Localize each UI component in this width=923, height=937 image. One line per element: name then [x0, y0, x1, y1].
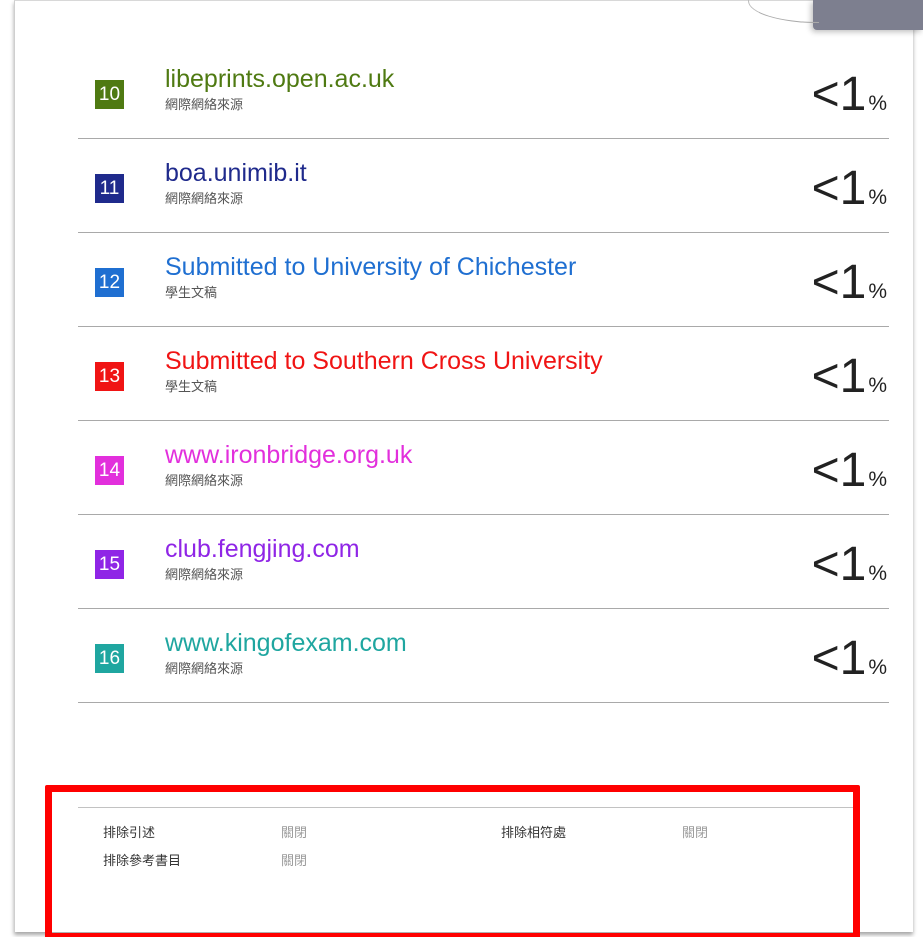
percentage-value: <1	[811, 162, 867, 215]
match-percentage: <1%	[812, 539, 887, 591]
source-name-link[interactable]: libeprints.open.ac.uk	[165, 65, 394, 93]
percentage-value: <1	[811, 256, 867, 309]
percentage-value: <1	[811, 444, 867, 497]
source-type-label: 學生文稿	[165, 285, 218, 300]
source-index-badge: 13	[95, 362, 124, 391]
source-name-link[interactable]: club.fengjing.com	[165, 535, 360, 563]
percent-sign: %	[868, 186, 887, 209]
exclude-quotes-label: 排除引述	[103, 825, 156, 840]
percent-sign: %	[868, 280, 887, 303]
source-name-link[interactable]: Submitted to Southern Cross University	[165, 347, 603, 375]
source-type-label: 學生文稿	[165, 379, 218, 394]
source-type-label: 網際網絡來源	[165, 191, 244, 206]
source-index-badge: 16	[95, 644, 124, 673]
source-index-badge: 14	[95, 456, 124, 485]
source-row: 15 club.fengjing.com 網際網絡來源 <1%	[78, 515, 889, 609]
exclude-matches-label: 排除相符處	[501, 825, 567, 840]
percent-sign: %	[868, 92, 887, 115]
exclude-matches-value: 關閉	[682, 825, 709, 840]
percentage-value: <1	[811, 538, 867, 591]
match-percentage: <1%	[812, 351, 887, 403]
source-row: 12 Submitted to University of Chichester 學…	[78, 233, 889, 327]
source-index-badge: 12	[95, 268, 124, 297]
footer-divider	[78, 807, 860, 808]
exclude-bibliography-value: 關閉	[281, 853, 308, 868]
source-type-label: 網際網絡來源	[165, 97, 244, 112]
match-percentage: <1%	[812, 163, 887, 215]
source-row: 10 libeprints.open.ac.uk 網際網絡來源 <1%	[78, 45, 889, 139]
match-percentage: <1%	[812, 257, 887, 309]
source-type-label: 網際網絡來源	[165, 473, 244, 488]
source-type-label: 網際網絡來源	[165, 567, 244, 582]
source-name-link[interactable]: boa.unimib.it	[165, 159, 307, 187]
source-name-link[interactable]: Submitted to University of Chichester	[165, 253, 576, 281]
match-percentage: <1%	[812, 69, 887, 121]
source-row: 13 Submitted to Southern Cross University…	[78, 327, 889, 421]
match-sources-list: 10 libeprints.open.ac.uk 網際網絡來源 <1% 11 boa.un…	[78, 45, 889, 703]
percent-sign: %	[868, 468, 887, 491]
percent-sign: %	[868, 562, 887, 585]
source-index-badge: 15	[95, 550, 124, 579]
source-name-link[interactable]: www.ironbridge.org.uk	[165, 441, 412, 469]
percent-sign: %	[868, 656, 887, 679]
source-index-badge: 10	[95, 80, 124, 109]
source-row: 14 www.ironbridge.org.uk 網際網絡來源 <1%	[78, 421, 889, 515]
percentage-value: <1	[811, 68, 867, 121]
source-row: 16 www.kingofexam.com 網際網絡來源 <1%	[78, 609, 889, 703]
match-percentage: <1%	[812, 633, 887, 685]
percentage-value: <1	[811, 632, 867, 685]
match-percentage: <1%	[812, 445, 887, 497]
screenshot-stage: 10 libeprints.open.ac.uk 網際網絡來源 <1% 11 boa.un…	[0, 0, 923, 937]
exclude-bibliography-label: 排除參考書目	[103, 853, 182, 868]
source-index-badge: 11	[95, 174, 124, 203]
percent-sign: %	[868, 374, 887, 397]
percentage-value: <1	[811, 350, 867, 403]
exclude-quotes-value: 關閉	[281, 825, 308, 840]
adjacent-page-corner	[813, 0, 923, 30]
source-row: 11 boa.unimib.it 網際網絡來源 <1%	[78, 139, 889, 233]
source-name-link[interactable]: www.kingofexam.com	[165, 629, 407, 657]
source-type-label: 網際網絡來源	[165, 661, 244, 676]
